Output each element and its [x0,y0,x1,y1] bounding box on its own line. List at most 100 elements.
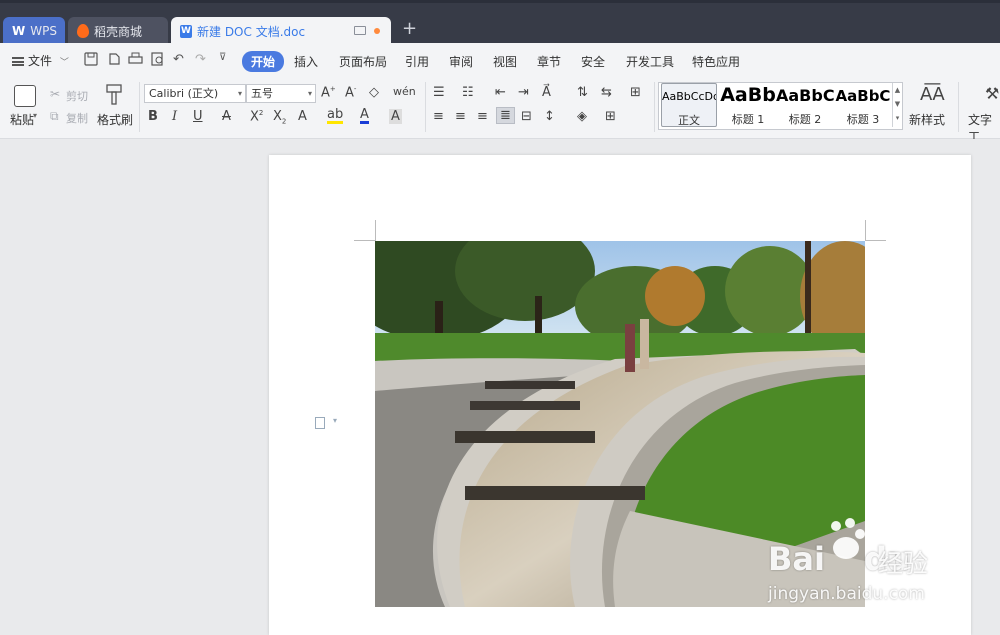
hamburger-icon [12,57,24,66]
strikethrough-icon[interactable]: A [222,109,231,124]
watermark-url: jingyan.baidu.com [768,584,925,604]
tab-daoke-store[interactable]: 稻壳商城 [68,17,168,45]
new-tab-plus-icon[interactable]: + [402,18,417,39]
style-name: 正文 [678,114,700,127]
paste-dropdown-icon[interactable]: ▾ [33,111,37,120]
style-heading-1[interactable]: AaBb 标题 1 [719,83,777,127]
menu-item-developer[interactable]: 开发工具 [626,53,674,70]
menu-item-page-layout[interactable]: 页面布局 [339,53,387,70]
font-size-select[interactable]: 五号 ▾ [246,84,316,103]
menu-item-insert[interactable]: 插入 [294,53,318,70]
italic-icon[interactable]: I [172,109,177,124]
char-shading-icon[interactable]: A [389,109,402,124]
copy-icon[interactable]: ⧉ [50,109,59,124]
show-marks-icon[interactable]: ⊞ [630,85,641,100]
ribbon-separator [958,82,959,132]
ribbon-separator [139,82,140,132]
menu-item-references[interactable]: 引用 [405,53,429,70]
style-name: 标题 3 [846,113,880,126]
line-spacing-icon[interactable]: ↕ [544,109,555,124]
pinyin-guide-icon[interactable]: wén [393,85,416,98]
bullet-list-icon[interactable]: ☰ [433,85,445,100]
chevron-down-icon[interactable]: ▾ [333,416,337,425]
menu-item-start[interactable]: 开始 [242,51,285,72]
menu-item-features[interactable]: 特色应用 [692,53,740,70]
paste-icon[interactable] [14,85,36,107]
chevron-down-icon: ﹀ [59,58,69,68]
style-preview: AaBb [720,84,776,106]
tab-wps[interactable]: W WPS [3,17,65,45]
cut-icon[interactable]: ✂ [50,87,60,101]
style-heading-2[interactable]: AaBbC 标题 2 [776,83,834,127]
font-name-select[interactable]: Calibri (正文) ▾ [144,84,246,103]
margin-corner-mark [865,220,866,241]
menu-item-security[interactable]: 安全 [581,53,605,70]
tab-label: WPS [30,24,57,38]
save-icon[interactable] [84,52,98,70]
new-style-icon[interactable]: A͞A [920,84,945,105]
subscript-icon[interactable]: X2 [273,109,286,126]
customize-qa-icon[interactable]: ⊽ [219,52,226,63]
ribbon-separator [425,82,426,132]
margin-corner-mark [375,220,376,241]
style-normal[interactable]: AaBbCcDd 正文 [661,83,717,127]
unsaved-dot-icon [374,28,380,34]
tab-bar: W WPS 稻壳商城 W 新建 DOC 文档.doc + [0,3,1000,45]
text-effect-icon[interactable]: A [298,109,307,124]
increase-indent-icon[interactable]: ⇥ [518,85,529,100]
justify-icon[interactable]: ≣ [496,107,515,124]
align-left-icon[interactable]: ≡ [433,109,444,124]
menu-item-view[interactable]: 视图 [493,53,517,70]
monitor-icon[interactable] [354,26,366,35]
sort-icon[interactable]: ⇅ [577,85,588,100]
cut-button[interactable]: 剪切 [66,88,88,104]
numbered-list-icon[interactable]: ☷ [462,85,474,100]
style-name: 标题 1 [731,113,765,126]
decrease-indent-icon[interactable]: ⇤ [495,85,506,100]
ribbon-separator [654,82,655,132]
grow-font-icon[interactable]: A+ [321,85,336,100]
underline-icon[interactable]: U [193,109,203,124]
wps-logo-icon: W [12,24,26,38]
style-name: 标题 2 [788,113,822,126]
bold-icon[interactable]: B [148,109,158,124]
copy-button[interactable]: 复制 [66,110,88,126]
new-style-button[interactable]: 新样式 [909,111,945,128]
paste-button[interactable]: 粘贴 [10,111,34,128]
highlight-icon[interactable]: ab [327,108,344,124]
font-size-value: 五号 [251,87,273,100]
file-menu[interactable]: 文件 ﹀ [12,52,69,69]
undo-icon[interactable]: ↶ [173,52,184,67]
style-preview: AaBbC [835,87,891,105]
font-color-icon[interactable]: A [360,108,369,124]
format-painter-icon[interactable] [104,84,124,109]
border-icon[interactable]: ⊞ [605,109,616,124]
shading-fill-icon[interactable]: ◈ [577,109,587,124]
text-direction-icon[interactable]: A⃗ [542,85,551,100]
align-center-icon[interactable]: ≡ [455,109,466,124]
gallery-scroll-buttons[interactable]: ▲ ▼ ▾ [892,83,902,127]
shrink-font-icon[interactable]: A- [345,85,356,100]
print-icon[interactable] [128,52,143,70]
tab-document[interactable]: W 新建 DOC 文档.doc [171,17,391,45]
align-right-icon[interactable]: ≡ [477,109,488,124]
style-heading-3[interactable]: AaBbC 标题 3 [834,83,892,127]
style-gallery: AaBbCcDd 正文 AaBb 标题 1 AaBbC 标题 2 AaBbC 标… [658,82,903,130]
margin-corner-mark [865,240,886,241]
chevron-down-icon: ▾ [307,89,312,98]
redo-icon[interactable]: ↷ [195,52,206,67]
font-name-value: Calibri (正文) [149,87,219,100]
distribute-icon[interactable]: ⊟ [521,109,532,124]
line-break-icon[interactable]: ⇆ [601,85,612,100]
watermark-brand: Bai [768,540,825,578]
clear-format-icon[interactable]: ◇ [369,85,379,100]
output-icon[interactable] [107,52,121,70]
menu-item-chapter[interactable]: 章节 [537,53,561,70]
print-preview-icon[interactable] [151,52,165,70]
format-painter-button[interactable]: 格式刷 [97,111,133,128]
style-preview: AaBbCcDd [662,90,716,103]
paragraph-layout-icon[interactable] [315,417,325,429]
menu-item-review[interactable]: 审阅 [449,53,473,70]
superscript-icon[interactable]: X2 [250,109,263,124]
wrench-icon[interactable]: ⚒ [985,84,999,103]
